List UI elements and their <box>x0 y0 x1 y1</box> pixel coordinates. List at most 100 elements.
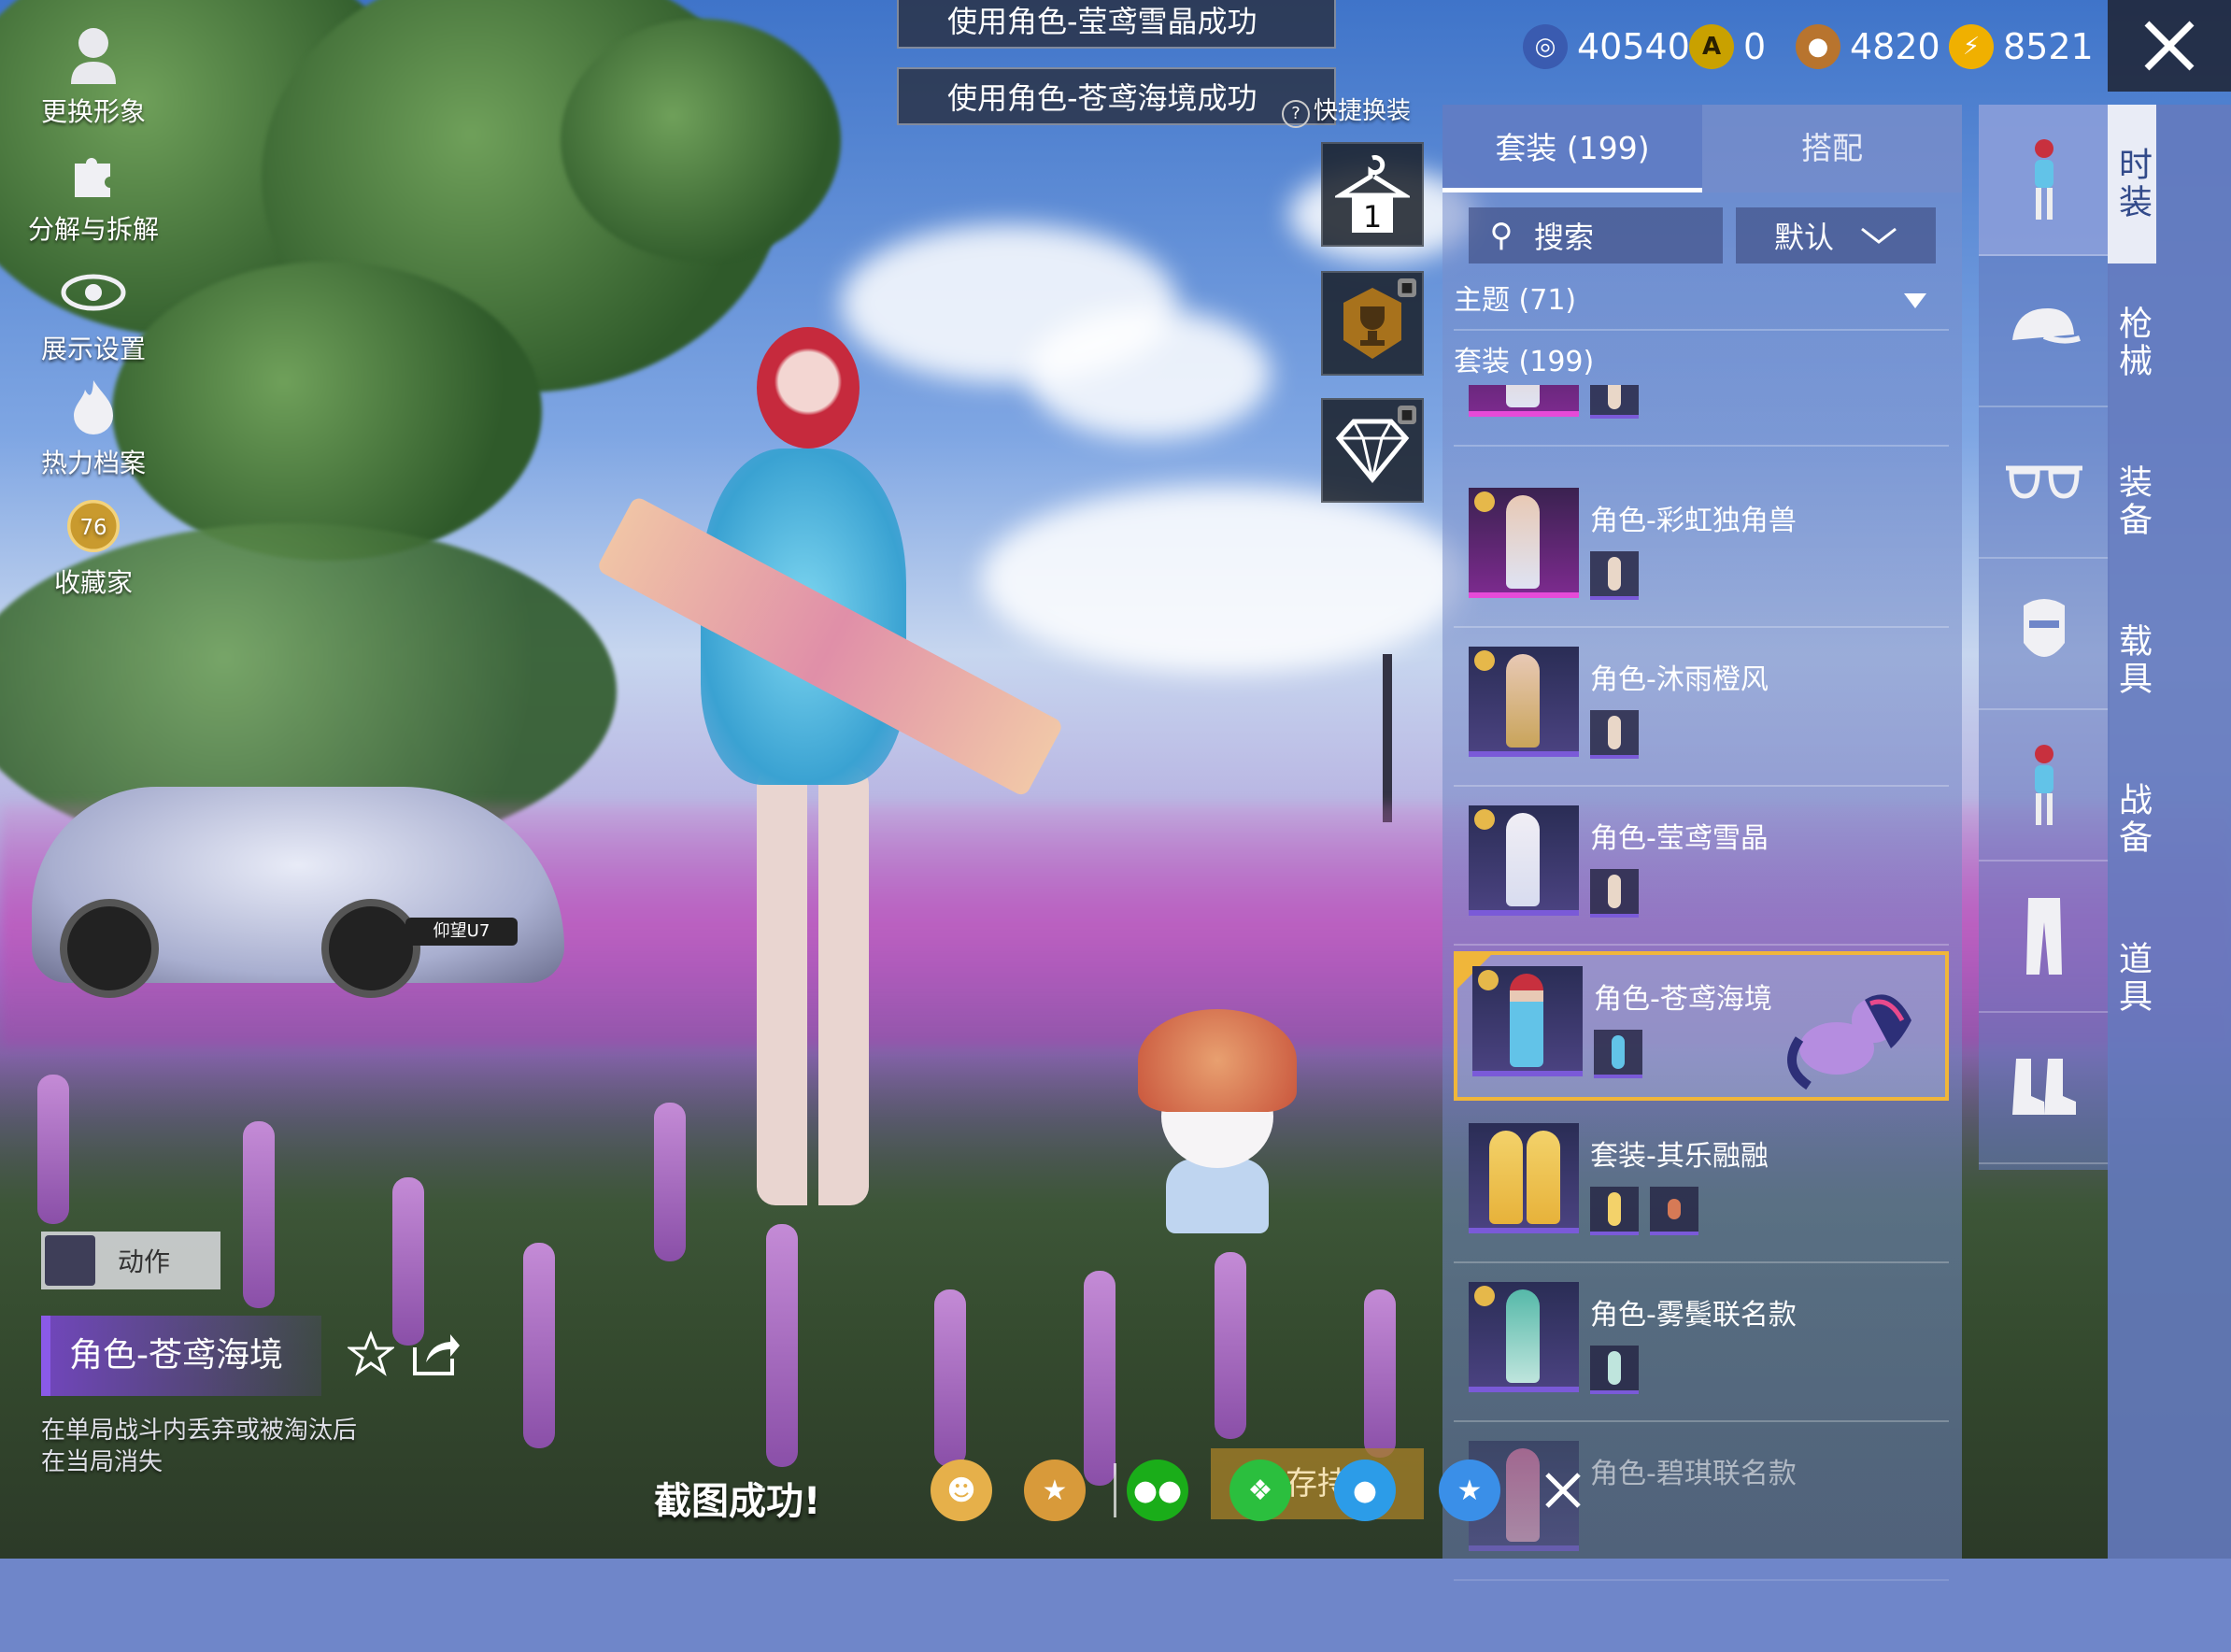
close-button[interactable] <box>2108 0 2231 92</box>
item-mini-thumbnail <box>1590 869 1639 918</box>
diamond-preset-button[interactable]: ■ <box>1321 398 1424 503</box>
list-item[interactable]: 套装-其乐融融 <box>1454 1112 1949 1263</box>
currency-3[interactable]: ● 4820 <box>1796 21 1940 73</box>
character-model[interactable] <box>645 318 944 1233</box>
lock-icon: ■ <box>1398 406 1416 424</box>
boots-icon <box>2012 1059 2076 1115</box>
item-thumbnail <box>1469 805 1579 916</box>
qq-icon[interactable]: ● <box>1334 1460 1396 1521</box>
currency-2[interactable]: A 0 <box>1689 21 1766 73</box>
suit-list: 角色-彩虹独角兽 角色-沐雨橙风 角色-莹鸢雪晶 角色-苍鸢海境 套装-其乐融融… <box>1442 385 1962 1652</box>
motion-button[interactable]: 动作 <box>41 1232 220 1289</box>
chevron-down-icon <box>1861 227 1897 244</box>
sort-dropdown[interactable]: 默认 <box>1736 207 1936 263</box>
list-item[interactable]: 角色-莹鸢雪晶 <box>1454 794 1949 946</box>
toast-message: 使用角色-苍鸢海境成功 <box>897 67 1336 125</box>
close-share-icon[interactable] <box>1542 1469 1584 1512</box>
decompose-button[interactable]: 分解与拆解 <box>19 140 168 247</box>
trophy-preset-button[interactable]: ■ <box>1321 271 1424 376</box>
category-character[interactable] <box>1979 710 2110 862</box>
category-pants[interactable] <box>1979 862 2110 1013</box>
star-icon[interactable] <box>348 1331 394 1377</box>
search-icon: ⚲ <box>1489 217 1513 254</box>
list-item[interactable] <box>1454 385 1949 447</box>
owned-badge-icon <box>1474 491 1495 512</box>
svg-text:76: 76 <box>80 516 107 540</box>
wechat-icon[interactable]: ●● <box>1127 1460 1188 1521</box>
current-outfit-name: 角色-苍鸢海境 <box>41 1316 321 1396</box>
theme-filter[interactable]: 主题 (71) <box>1454 273 1949 331</box>
tab-suits[interactable]: 套装 (199) <box>1442 105 1702 192</box>
category-mask[interactable] <box>1979 559 2110 710</box>
nav-equipment[interactable]: 装备 <box>2108 422 2156 581</box>
category-strip <box>1979 105 2110 1170</box>
list-item[interactable]: 角色-彩虹独角兽 <box>1454 477 1949 628</box>
item-thumbnail <box>1469 647 1579 757</box>
item-thumbnail <box>1469 385 1579 417</box>
nav-vehicles[interactable]: 载具 <box>2108 581 2156 740</box>
pants-icon <box>2026 898 2062 975</box>
bronze-coin-icon: ● <box>1796 24 1840 69</box>
item-mini-thumbnail <box>1650 1187 1698 1235</box>
item-thumbnail <box>1469 1123 1579 1233</box>
tab-outfits[interactable]: 搭配 <box>1702 105 1962 192</box>
item-thumbnail <box>1469 1282 1579 1392</box>
peace-elite-share-icon[interactable]: ★ <box>1024 1460 1086 1521</box>
heat-archive-button[interactable]: 热力档案 <box>19 374 168 480</box>
list-item-selected[interactable]: 角色-苍鸢海境 <box>1454 951 1949 1101</box>
outfit-description: 在单局战斗内丢弃或被淘汰后 在当局消失 <box>41 1417 358 1476</box>
glasses-icon <box>2006 465 2082 499</box>
category-glasses[interactable] <box>1979 407 2110 559</box>
nav-weapons[interactable]: 枪械 <box>2108 263 2156 422</box>
motion-avatar-icon <box>45 1235 95 1286</box>
help-icon[interactable]: ? <box>1282 100 1310 128</box>
currency-1[interactable]: ◎ 40540 <box>1523 21 1690 73</box>
share-icon[interactable] <box>411 1331 462 1377</box>
hanger-icon: 1 <box>1335 155 1410 235</box>
item-mini-thumbnail <box>1590 551 1639 600</box>
svg-text:1: 1 <box>1363 199 1382 235</box>
moments-icon[interactable]: ❖ <box>1229 1460 1291 1521</box>
item-thumbnail <box>1472 966 1583 1076</box>
contact-share-icon[interactable]: ☻ <box>931 1460 992 1521</box>
token-icon: ◎ <box>1523 24 1568 69</box>
nav-supplies[interactable]: 战备 <box>2108 740 2156 899</box>
change-avatar-button[interactable]: 更换形象 <box>19 22 168 129</box>
display-settings-button[interactable]: 展示设置 <box>19 260 168 366</box>
search-input[interactable]: ⚲ 搜索 <box>1469 207 1723 263</box>
category-shoes[interactable] <box>1979 1013 2110 1164</box>
diamond-icon <box>1335 419 1410 483</box>
character-icon <box>2035 745 2053 825</box>
item-mini-thumbnail <box>1594 1030 1642 1078</box>
list-item[interactable]: 角色-雾鬓联名款 <box>1454 1271 1949 1422</box>
item-mini-thumbnail <box>1590 1346 1639 1394</box>
currency-4[interactable]: ⚡ 8521 <box>1949 21 2094 73</box>
item-mini-thumbnail <box>1590 1187 1639 1235</box>
list-item[interactable]: 角色-沐雨橙风 <box>1454 635 1949 787</box>
owned-badge-icon <box>1474 650 1495 671</box>
owned-badge-icon <box>1478 970 1499 990</box>
category-hat[interactable] <box>1979 256 2110 407</box>
nav-items[interactable]: 道具 <box>2108 899 2156 1058</box>
car-model: 仰望U7 <box>32 787 564 998</box>
wardrobe-panel: 套装 (199) 搭配 ⚲ 搜索 默认 主题 (71) 套装 (199) 角色-… <box>1442 105 1962 1581</box>
a-coin-icon: A <box>1689 24 1734 69</box>
item-mini-thumbnail <box>1590 710 1639 759</box>
cap-icon <box>2012 308 2081 344</box>
nav-fashion[interactable]: 时装 <box>2108 105 2156 263</box>
divider <box>1114 1463 1116 1517</box>
collector-badge-icon: 76 <box>61 493 126 559</box>
owned-badge-icon <box>1474 809 1495 830</box>
category-outfit[interactable] <box>1979 105 2110 256</box>
eye-icon <box>61 260 126 325</box>
hanger-preset-button[interactable]: 1 <box>1321 142 1424 247</box>
quick-change-label[interactable]: ? 快捷换装 <box>1282 92 1411 128</box>
qzone-icon[interactable]: ★ <box>1439 1460 1500 1521</box>
collector-button[interactable]: 76 收藏家 <box>19 493 168 600</box>
car-plate: 仰望U7 <box>405 918 518 946</box>
mask-icon <box>2024 599 2065 657</box>
main-nav: 时装 枪械 装备 载具 战备 道具 <box>2108 105 2231 1559</box>
outfit-icon <box>2035 139 2053 220</box>
suit-section-header: 套装 (199) <box>1454 346 1595 378</box>
pony-collab-icon <box>1787 994 1911 1090</box>
